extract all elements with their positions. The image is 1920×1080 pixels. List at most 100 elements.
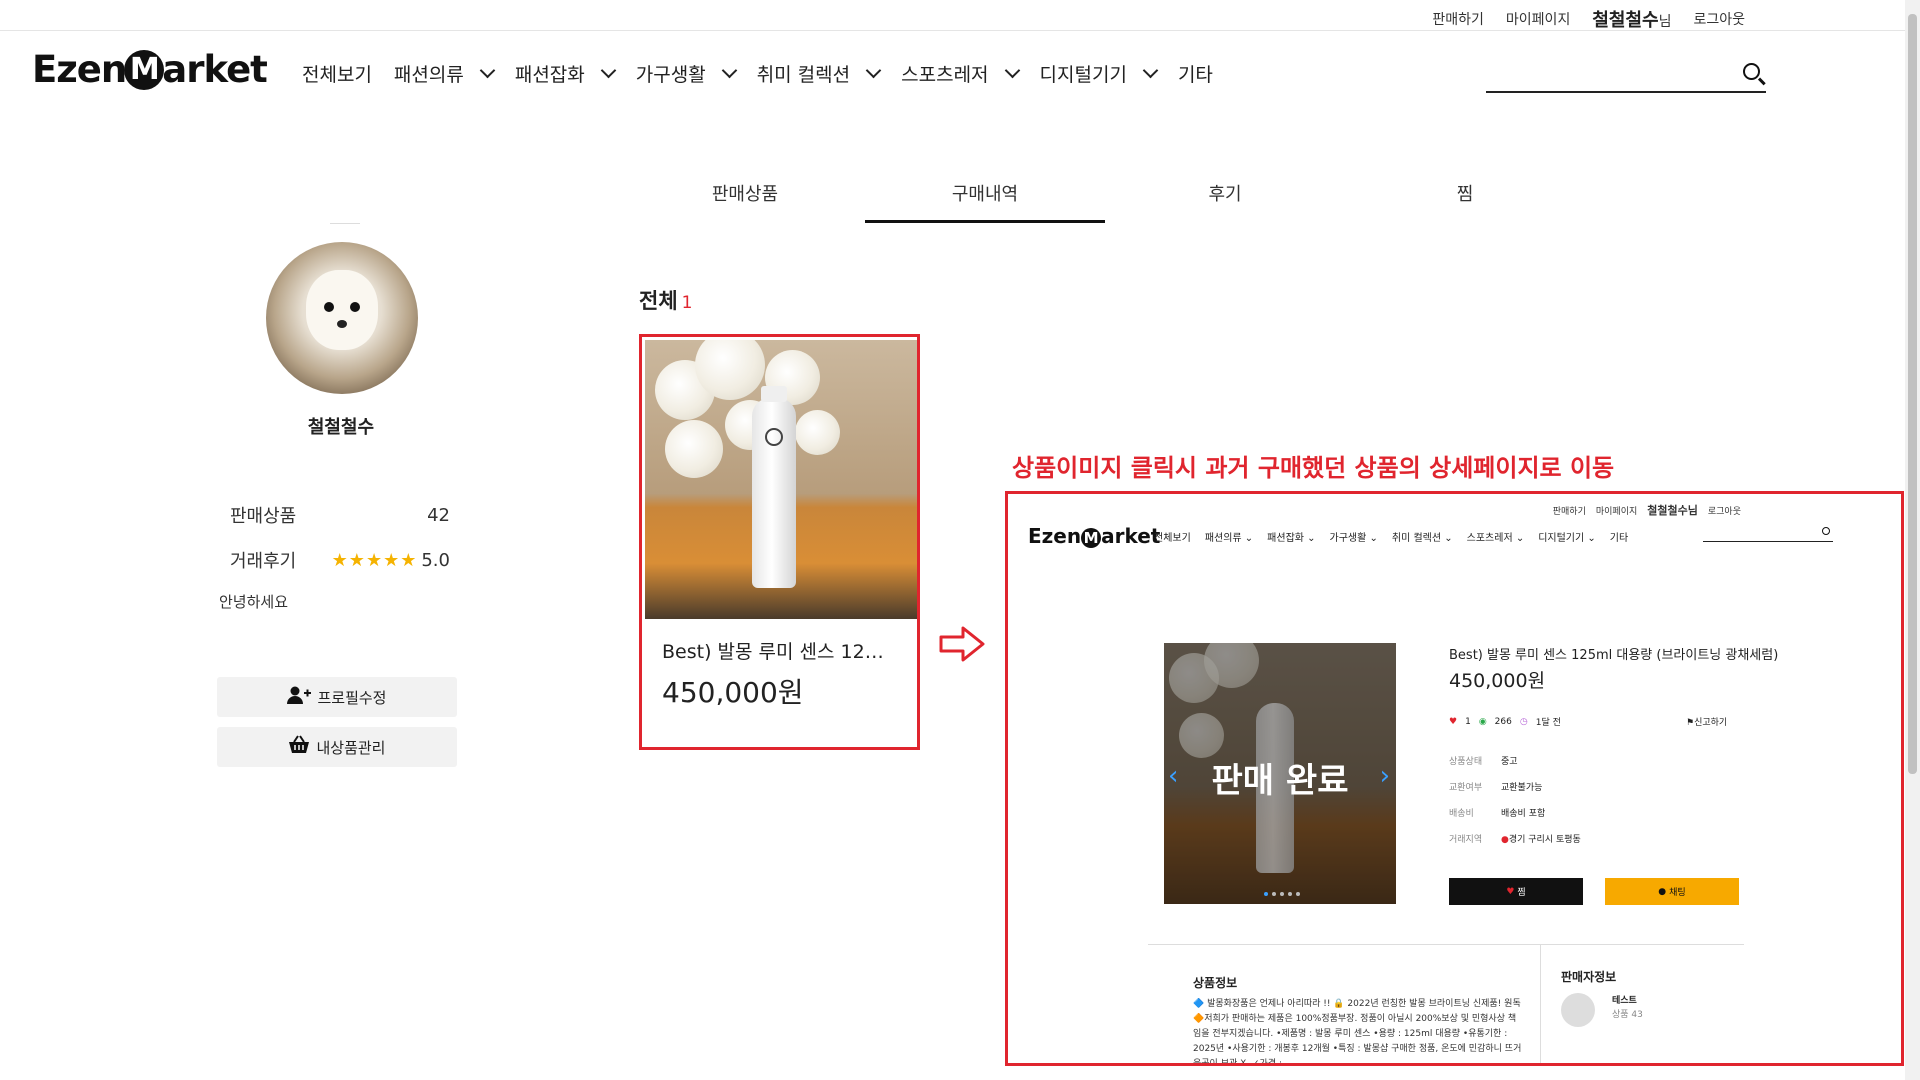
- edit-profile-label: 프로필수정: [317, 688, 387, 707]
- bottle-cap: [761, 386, 787, 402]
- tab-wishlist[interactable]: 찜: [1345, 180, 1585, 223]
- flower: [795, 410, 840, 455]
- manage-products-button[interactable]: 내상품관리: [217, 727, 457, 767]
- preview-logout-link: 로그아웃: [1707, 506, 1741, 517]
- mypage-tabs: 판매상품 구매내역 후기 찜: [625, 180, 1585, 223]
- chevron-down-icon: [721, 62, 737, 79]
- preview-chat-button: ● 채팅: [1605, 878, 1739, 905]
- detail-page-preview: 판매하기 마이페이지 철철철수님 로그아웃 Ezen Market 전체보기 패션…: [1005, 491, 1904, 1066]
- preview-nav-item: 전체보기: [1154, 533, 1191, 544]
- preview-nav-item: 패션잡화 ⌄: [1267, 533, 1316, 544]
- nav-item-digital[interactable]: 디지털기기: [1039, 60, 1159, 87]
- category-nav: 전체보기 패션의류 패션잡화 가구생활 취미 컬렉션 스포츠레저 디지털기기 기…: [302, 60, 1235, 87]
- basket-icon: [288, 735, 310, 759]
- flower: [665, 420, 723, 478]
- serum-bottle: [752, 386, 796, 588]
- preview-product-info-text: 🔷 발몽화장품은 언제나 아리따라 !! 🔒 2022년 런칭한 발몽 브라이트…: [1193, 999, 1522, 1066]
- nav-label: 가구생활: [635, 64, 706, 86]
- preview-sell-link: 판매하기: [1552, 506, 1586, 517]
- total-count: 1: [681, 293, 693, 313]
- avatar-eye: [350, 302, 360, 312]
- avatar-dog-face: [306, 270, 378, 350]
- preview-nav-item: 스포츠레저 ⌄: [1466, 533, 1525, 544]
- avatar-nose: [337, 320, 347, 328]
- chevron-down-icon: [600, 62, 617, 79]
- location-pin-icon: ●: [1501, 835, 1509, 845]
- site-logo[interactable]: Ezen Market: [32, 48, 268, 91]
- carousel-dot: [1264, 892, 1268, 896]
- nav-item-sports-leisure[interactable]: 스포츠레저: [901, 60, 1020, 87]
- right-arrow-icon: [939, 626, 985, 666]
- logo-text-post: arket: [162, 48, 268, 91]
- logout-link[interactable]: 로그아웃: [1693, 9, 1745, 29]
- product-price: 450,000원: [662, 676, 804, 709]
- search-icon[interactable]: [1743, 63, 1760, 80]
- edit-profile-button[interactable]: 프로필수정: [217, 677, 457, 717]
- preview-report-link: ⚑신고하기: [1686, 715, 1727, 728]
- heart-icon: ♥: [1449, 716, 1458, 727]
- carousel-dot: [1272, 892, 1276, 896]
- preview-info-row: 상품상태 중고: [1449, 754, 1518, 767]
- chevron-down-icon: [865, 62, 882, 79]
- preview-search: [1703, 526, 1833, 542]
- info-key: 교환여부: [1449, 783, 1483, 793]
- preview-logo-pre: Ezen: [1028, 524, 1082, 548]
- username-suffix: 님: [1658, 14, 1672, 30]
- carousel-dots: [1264, 892, 1300, 896]
- stat-sales-label: 판매상품: [230, 506, 297, 527]
- time-ago: 1달 전: [1535, 718, 1561, 728]
- chevron-down-icon: [479, 62, 496, 79]
- scrollbar-thumb[interactable]: [1908, 14, 1917, 774]
- like-label: 찜: [1517, 888, 1526, 898]
- tab-reviews[interactable]: 후기: [1105, 180, 1345, 223]
- nav-item-all[interactable]: 전체보기: [302, 60, 372, 87]
- logo-text-pre: Ezen: [32, 48, 127, 91]
- page-scrollbar[interactable]: [1905, 0, 1920, 1080]
- avatar-divider: [330, 223, 360, 224]
- info-key: 거래지역: [1449, 835, 1483, 845]
- nav-item-hobby-collection[interactable]: 취미 컬렉션: [756, 60, 882, 87]
- avatar-eye: [324, 302, 334, 312]
- nav-item-furniture-living[interactable]: 가구생활: [635, 60, 737, 87]
- product-title: Best) 발몽 루미 센스 12…: [662, 641, 884, 663]
- preview-logo-m: M: [1081, 528, 1102, 548]
- purchase-item-card[interactable]: Best) 발몽 루미 센스 12… 450,000원: [639, 334, 920, 750]
- preview-top-links: 판매하기 마이페이지 철철철수님 로그아웃: [1553, 502, 1741, 518]
- preview-product-title: Best) 발몽 루미 센스 125ml 대용량 (브라이트닝 광채세럼): [1449, 648, 1779, 663]
- preview-nav-item: 패션의류 ⌄: [1204, 533, 1254, 544]
- nav-label: 패션잡화: [514, 64, 585, 86]
- nav-item-fashion-goods[interactable]: 패션잡화: [514, 60, 617, 87]
- nav-item-etc[interactable]: 기타: [1178, 60, 1213, 87]
- preview-product-price: 450,000원: [1449, 670, 1546, 692]
- chevron-left-icon: ‹: [1168, 761, 1179, 791]
- heart-icon: ♥: [1506, 886, 1515, 897]
- nav-label: 취미 컬렉션: [756, 64, 851, 86]
- nav-item-fashion-clothing[interactable]: 패션의류: [393, 60, 496, 87]
- preview-info-row: 교환여부 교환불가능: [1449, 780, 1542, 793]
- chevron-down-icon: [1142, 62, 1159, 79]
- manage-products-label: 내상품관리: [316, 738, 386, 757]
- rating-group: ★★★★★ 5.0: [332, 550, 450, 571]
- preview-divider: [1148, 944, 1744, 945]
- search-box: [1486, 58, 1766, 93]
- sell-link[interactable]: 판매하기: [1432, 9, 1484, 29]
- nav-label: 패션의류: [393, 64, 464, 86]
- tab-purchases[interactable]: 구매내역: [865, 180, 1105, 223]
- username: 철철철수: [1592, 10, 1659, 31]
- mypage-link[interactable]: 마이페이지: [1506, 9, 1570, 29]
- product-image[interactable]: [645, 340, 917, 619]
- preview-like-button: ♥ 찜: [1449, 878, 1583, 905]
- nav-label: 디지털기기: [1039, 64, 1127, 86]
- tab-sales[interactable]: 판매상품: [625, 180, 865, 223]
- info-value: ●경기 구리시 토평동: [1501, 832, 1581, 845]
- info-key: 상품상태: [1449, 757, 1483, 767]
- eye-icon: ◉: [1478, 716, 1487, 727]
- preview-info-row: 배송비 배송비 포함: [1449, 806, 1545, 819]
- logo-m-badge: M: [124, 49, 165, 90]
- sold-overlay-text: 판매 완료: [1211, 761, 1349, 801]
- preview-meta: ♥ 1 ◉ 266 ◷ 1달 전: [1449, 715, 1561, 729]
- search-input[interactable]: [1486, 58, 1726, 88]
- preview-nav-item: 가구생활 ⌄: [1329, 533, 1378, 544]
- preview-product-info-title: 상품정보: [1193, 976, 1238, 990]
- carousel-dot: [1280, 892, 1284, 896]
